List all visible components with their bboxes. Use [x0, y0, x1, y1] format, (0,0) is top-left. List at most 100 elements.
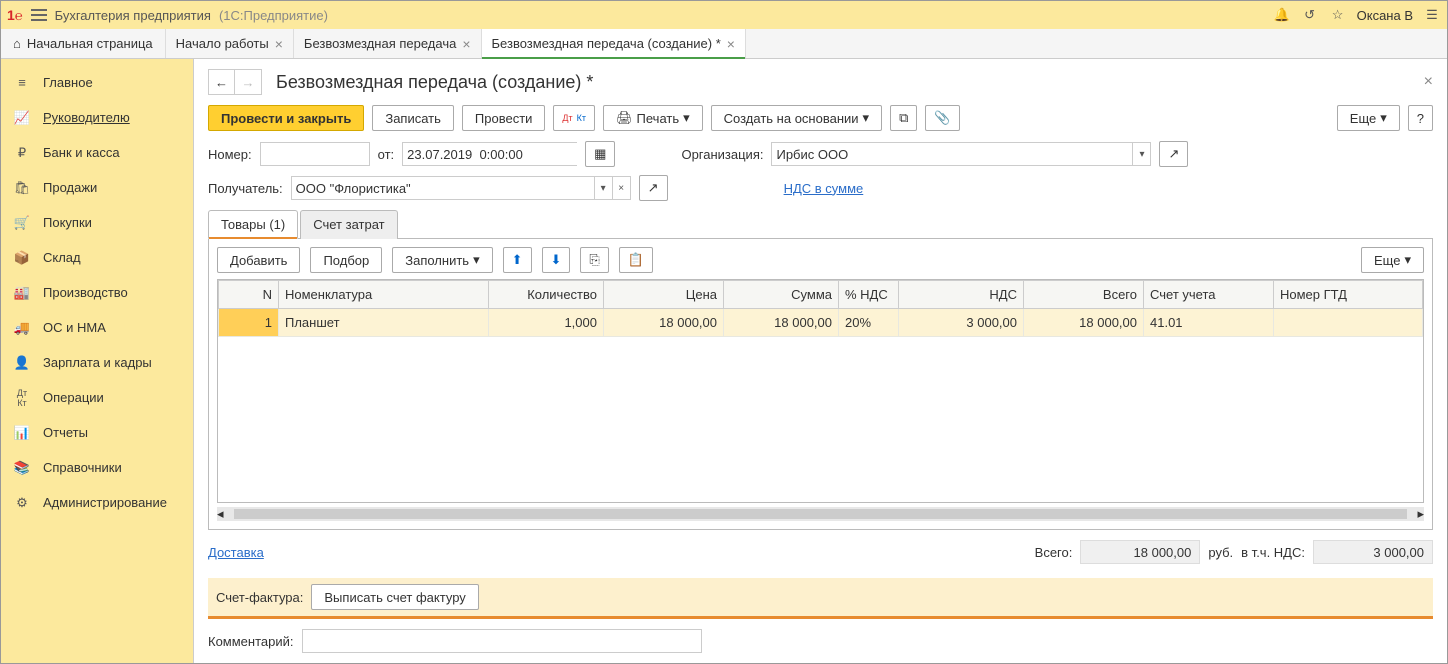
- recipient-field[interactable]: ▾×: [291, 176, 631, 200]
- col-total[interactable]: Всего: [1024, 281, 1144, 309]
- platform-label: (1C:Предприятие): [219, 8, 328, 23]
- vat-total-label: в т.ч. НДС:: [1241, 545, 1305, 560]
- structure-button[interactable]: ⧉: [890, 105, 917, 131]
- nav-catalogs[interactable]: 📚Справочники: [1, 450, 193, 485]
- from-label: от:: [378, 147, 395, 162]
- col-vatpct[interactable]: % НДС: [839, 281, 899, 309]
- tab-goods[interactable]: Товары (1): [208, 210, 298, 239]
- table-more-button[interactable]: Еще▾: [1361, 247, 1424, 273]
- col-n[interactable]: N: [219, 281, 279, 309]
- table-row[interactable]: 1 Планшет 1,000 18 000,00 18 000,00 20% …: [219, 309, 1423, 337]
- star-icon[interactable]: ☆: [1329, 6, 1347, 24]
- back-button[interactable]: ←: [209, 70, 235, 94]
- chevron-down-icon: ▾: [683, 110, 690, 126]
- tab-home[interactable]: ⌂ Начальная страница: [1, 29, 166, 58]
- invoice-label: Счет-фактура:: [216, 590, 303, 605]
- nav-hr[interactable]: 👤Зарплата и кадры: [1, 345, 193, 380]
- tab-costs[interactable]: Счет затрат: [300, 210, 397, 239]
- col-account[interactable]: Счет учета: [1144, 281, 1274, 309]
- create-invoice-button[interactable]: Выписать счет фактуру: [311, 584, 478, 610]
- nav-production[interactable]: 🏭Производство: [1, 275, 193, 310]
- recipient-open-button[interactable]: ↗: [639, 175, 668, 201]
- delivery-link[interactable]: Доставка: [208, 545, 264, 560]
- horizontal-scrollbar[interactable]: ◂▸: [217, 507, 1424, 521]
- col-nom[interactable]: Номенклатура: [279, 281, 489, 309]
- history-icon[interactable]: ↺: [1301, 6, 1319, 24]
- more-button[interactable]: Еще▾: [1337, 105, 1400, 131]
- dtkt-button[interactable]: ДтКт: [553, 105, 595, 131]
- forward-button[interactable]: →: [235, 70, 261, 94]
- invoice-section: Счет-фактура: Выписать счет фактуру: [208, 578, 1433, 619]
- close-icon[interactable]: ×: [727, 36, 735, 52]
- total-value: 18 000,00: [1080, 540, 1200, 564]
- date-field[interactable]: 📅: [402, 142, 577, 166]
- scroll-right-icon[interactable]: ▸: [1417, 506, 1424, 522]
- printer-icon: 🖨: [616, 110, 633, 126]
- col-vat[interactable]: НДС: [899, 281, 1024, 309]
- tab-transfer[interactable]: Безвозмездная передача ×: [294, 29, 482, 58]
- total-label: Всего:: [1035, 545, 1073, 560]
- menu-burger-icon[interactable]: [31, 9, 47, 21]
- nav-manager[interactable]: 📈Руководителю: [1, 100, 193, 135]
- nav-sales[interactable]: 🛍Продажи: [1, 170, 193, 205]
- comment-input[interactable]: [302, 629, 702, 653]
- nav-bank[interactable]: ₽Банк и касса: [1, 135, 193, 170]
- nav-main[interactable]: ≡Главное: [1, 65, 193, 100]
- currency-label: руб.: [1208, 545, 1233, 560]
- nav-assets[interactable]: 🚚ОС и НМА: [1, 310, 193, 345]
- vat-mode-link[interactable]: НДС в сумме: [784, 181, 864, 196]
- org-open-button[interactable]: ↗: [1159, 141, 1188, 167]
- nav-warehouse[interactable]: 📦Склад: [1, 240, 193, 275]
- attach-button[interactable]: 📎: [925, 105, 959, 131]
- user-label[interactable]: Оксана В: [1357, 8, 1413, 23]
- tab-transfer-create[interactable]: Безвозмездная передача (создание) * ×: [482, 29, 746, 58]
- settings-icon[interactable]: ☰: [1423, 6, 1441, 24]
- nav-admin[interactable]: ⚙Администрирование: [1, 485, 193, 520]
- recipient-input[interactable]: [292, 177, 594, 199]
- nav-reports[interactable]: 📊Отчеты: [1, 415, 193, 450]
- close-page-button[interactable]: ×: [1424, 73, 1433, 91]
- col-gtd[interactable]: Номер ГТД: [1274, 281, 1423, 309]
- add-button[interactable]: Добавить: [217, 247, 300, 273]
- org-field[interactable]: ▾: [771, 142, 1151, 166]
- comment-label: Комментарий:: [208, 634, 294, 649]
- help-button[interactable]: ?: [1408, 105, 1433, 131]
- number-label: Номер:: [208, 147, 252, 162]
- bars-icon: 📊: [13, 425, 31, 441]
- print-button[interactable]: 🖨Печать▾: [603, 105, 703, 131]
- date-input[interactable]: [403, 143, 587, 165]
- select-button[interactable]: Подбор: [310, 247, 382, 273]
- nav-purchases[interactable]: 🛒Покупки: [1, 205, 193, 240]
- nav-operations[interactable]: ДтКтОперации: [1, 380, 193, 415]
- books-icon: 📚: [13, 460, 31, 476]
- create-based-button[interactable]: Создать на основании▾: [711, 105, 882, 131]
- bag-icon: 🛍: [13, 180, 31, 196]
- col-sum[interactable]: Сумма: [724, 281, 839, 309]
- close-icon[interactable]: ×: [275, 36, 283, 52]
- move-down-button[interactable]: ⬇: [542, 247, 571, 273]
- scroll-left-icon[interactable]: ◂: [217, 506, 224, 522]
- post-button[interactable]: Провести: [462, 105, 546, 131]
- box-icon: 📦: [13, 250, 31, 266]
- chevron-down-icon[interactable]: ▾: [1132, 143, 1150, 165]
- org-label: Организация:: [681, 147, 763, 162]
- goods-table[interactable]: N Номенклатура Количество Цена Сумма % Н…: [217, 279, 1424, 503]
- form-icon-button[interactable]: ▦: [585, 141, 615, 167]
- col-price[interactable]: Цена: [604, 281, 724, 309]
- vat-total-value: 3 000,00: [1313, 540, 1433, 564]
- col-qty[interactable]: Количество: [489, 281, 604, 309]
- tab-start[interactable]: Начало работы ×: [166, 29, 294, 58]
- clear-icon[interactable]: ×: [612, 177, 630, 199]
- close-icon[interactable]: ×: [462, 36, 470, 52]
- fill-button[interactable]: Заполнить▾: [392, 247, 492, 273]
- number-input[interactable]: [260, 142, 370, 166]
- post-close-button[interactable]: Провести и закрыть: [208, 105, 364, 131]
- logo-1c: 1℮: [7, 7, 23, 23]
- copy-button[interactable]: ⎘: [580, 247, 608, 273]
- bell-icon[interactable]: 🔔: [1273, 6, 1291, 24]
- move-up-button[interactable]: ⬆: [503, 247, 532, 273]
- chevron-down-icon[interactable]: ▾: [594, 177, 612, 199]
- paste-button[interactable]: 📋: [619, 247, 653, 273]
- write-button[interactable]: Записать: [372, 105, 454, 131]
- org-input[interactable]: [772, 143, 1132, 165]
